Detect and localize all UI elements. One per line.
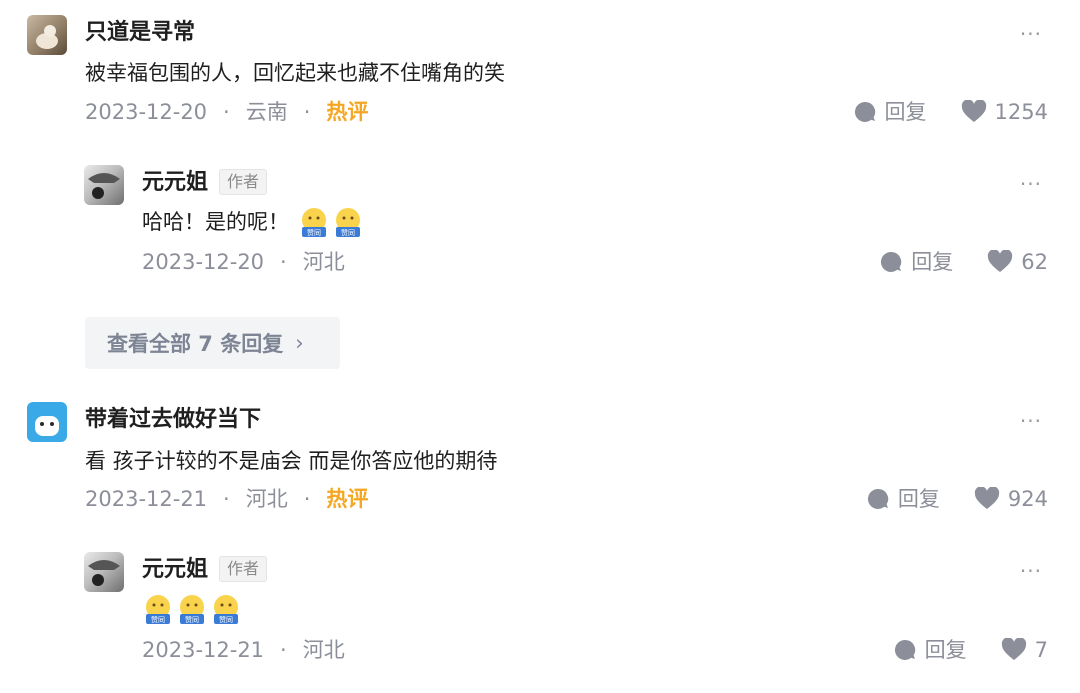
comment-date: 2023-12-20 xyxy=(142,250,265,274)
comment-meta: 2023-12-20 · 河北 xyxy=(142,247,345,277)
agree-emoji-icon: 赞同 xyxy=(214,595,238,624)
more-options-icon[interactable]: ··· xyxy=(1020,24,1042,44)
comment-meta: 2023-12-21 · 河北 xyxy=(142,635,345,665)
hot-comment-badge: 热评 xyxy=(326,487,369,511)
comment-author-name[interactable]: 元元姐 xyxy=(142,168,208,198)
author-avatar-image xyxy=(88,173,120,199)
comment-text: 看 孩子计较的不是庙会 而是你答应他的期待 xyxy=(85,449,498,473)
heart-icon xyxy=(974,487,1000,509)
comment-location: 河北 xyxy=(245,487,288,511)
comment-date: 2023-12-21 xyxy=(142,638,265,662)
like-count: 924 xyxy=(1007,487,1048,511)
comment-meta: 2023-12-20 · 云南 · 热评 xyxy=(85,97,368,127)
chevron-right-icon: › xyxy=(295,331,304,355)
comment-text: 哈哈！是的呢！ 赞同 赞同 xyxy=(142,207,364,239)
agree-emoji-icon: 赞同 xyxy=(301,208,326,237)
view-all-replies-button[interactable]: 查看全部 7 条回复 › xyxy=(85,317,340,369)
comment-date: 2023-12-20 xyxy=(85,100,208,124)
comment-actions: 回复 1254 xyxy=(853,97,1048,127)
like-button[interactable]: 924 xyxy=(974,484,1048,514)
emoji-label: 赞同 xyxy=(307,228,321,237)
comment-author-name[interactable]: 带着过去做好当下 xyxy=(85,405,261,435)
comment-location: 河北 xyxy=(302,638,345,662)
separator-dot: · xyxy=(303,100,311,124)
author-tag: 作者 xyxy=(219,556,268,582)
dog-avatar-image xyxy=(36,25,58,49)
more-options-icon[interactable]: ··· xyxy=(1020,561,1042,581)
reply-button[interactable]: 回复 xyxy=(853,97,927,127)
avatar[interactable] xyxy=(27,15,67,55)
heart-icon xyxy=(1001,638,1026,660)
reply-bubble-icon xyxy=(881,251,902,272)
agree-emoji-icon: 赞同 xyxy=(146,595,170,624)
agree-emoji-icon: 赞同 xyxy=(335,208,360,237)
comment-date: 2023-12-21 xyxy=(85,487,208,511)
author-tag: 作者 xyxy=(219,169,268,195)
comment-actions: 回复 62 xyxy=(879,247,1048,277)
comment-location: 云南 xyxy=(245,100,288,124)
like-count: 62 xyxy=(1021,250,1048,274)
more-options-icon[interactable]: ··· xyxy=(1020,174,1042,194)
view-all-replies-label: 查看全部 7 条回复 xyxy=(107,332,284,356)
like-button[interactable]: 62 xyxy=(987,247,1048,277)
comment-author-name[interactable]: 只道是寻常 xyxy=(85,18,195,48)
blue-avatar-image xyxy=(35,416,59,436)
separator-dot: · xyxy=(280,250,287,274)
comment-meta: 2023-12-21 · 河北 · 热评 xyxy=(85,484,368,514)
comment-actions: 回复 7 xyxy=(893,635,1048,665)
reply-button[interactable]: 回复 xyxy=(866,484,940,514)
separator-dot: · xyxy=(223,100,230,124)
comment-author-name[interactable]: 元元姐 xyxy=(142,555,208,585)
hot-comment-badge: 热评 xyxy=(326,100,369,124)
like-count: 7 xyxy=(1034,638,1048,662)
reply-bubble-icon xyxy=(854,101,875,122)
comment-text: 赞同 赞同 赞同 xyxy=(140,594,242,626)
separator-dot: · xyxy=(303,487,311,511)
like-button[interactable]: 7 xyxy=(1001,635,1048,665)
heart-icon xyxy=(961,100,986,122)
like-button[interactable]: 1254 xyxy=(961,97,1048,127)
emoji-label: 赞同 xyxy=(219,615,233,624)
avatar[interactable] xyxy=(84,552,124,592)
comment-actions: 回复 924 xyxy=(866,484,1048,514)
avatar[interactable] xyxy=(84,165,124,205)
reply-label: 回复 xyxy=(884,100,927,124)
separator-dot: · xyxy=(280,638,287,662)
comment-text-content: 哈哈！是的呢！ xyxy=(142,210,289,234)
heart-icon xyxy=(988,250,1013,272)
reply-button[interactable]: 回复 xyxy=(893,635,967,665)
separator-dot: · xyxy=(223,487,230,511)
reply-label: 回复 xyxy=(911,250,954,274)
reply-label: 回复 xyxy=(897,487,940,511)
reply-bubble-icon xyxy=(894,639,915,660)
comment-location: 河北 xyxy=(302,250,345,274)
author-avatar-image xyxy=(88,560,120,586)
reply-label: 回复 xyxy=(924,638,967,662)
more-options-icon[interactable]: ··· xyxy=(1020,411,1042,431)
emoji-label: 赞同 xyxy=(151,615,165,624)
comment-text: 被幸福包围的人，回忆起来也藏不住嘴角的笑 xyxy=(85,61,505,85)
emoji-label: 赞同 xyxy=(185,615,199,624)
avatar[interactable] xyxy=(27,402,67,442)
agree-emoji-icon: 赞同 xyxy=(180,595,204,624)
emoji-label: 赞同 xyxy=(341,228,355,237)
like-count: 1254 xyxy=(994,100,1048,124)
reply-button[interactable]: 回复 xyxy=(879,247,953,277)
reply-bubble-icon xyxy=(867,488,889,509)
